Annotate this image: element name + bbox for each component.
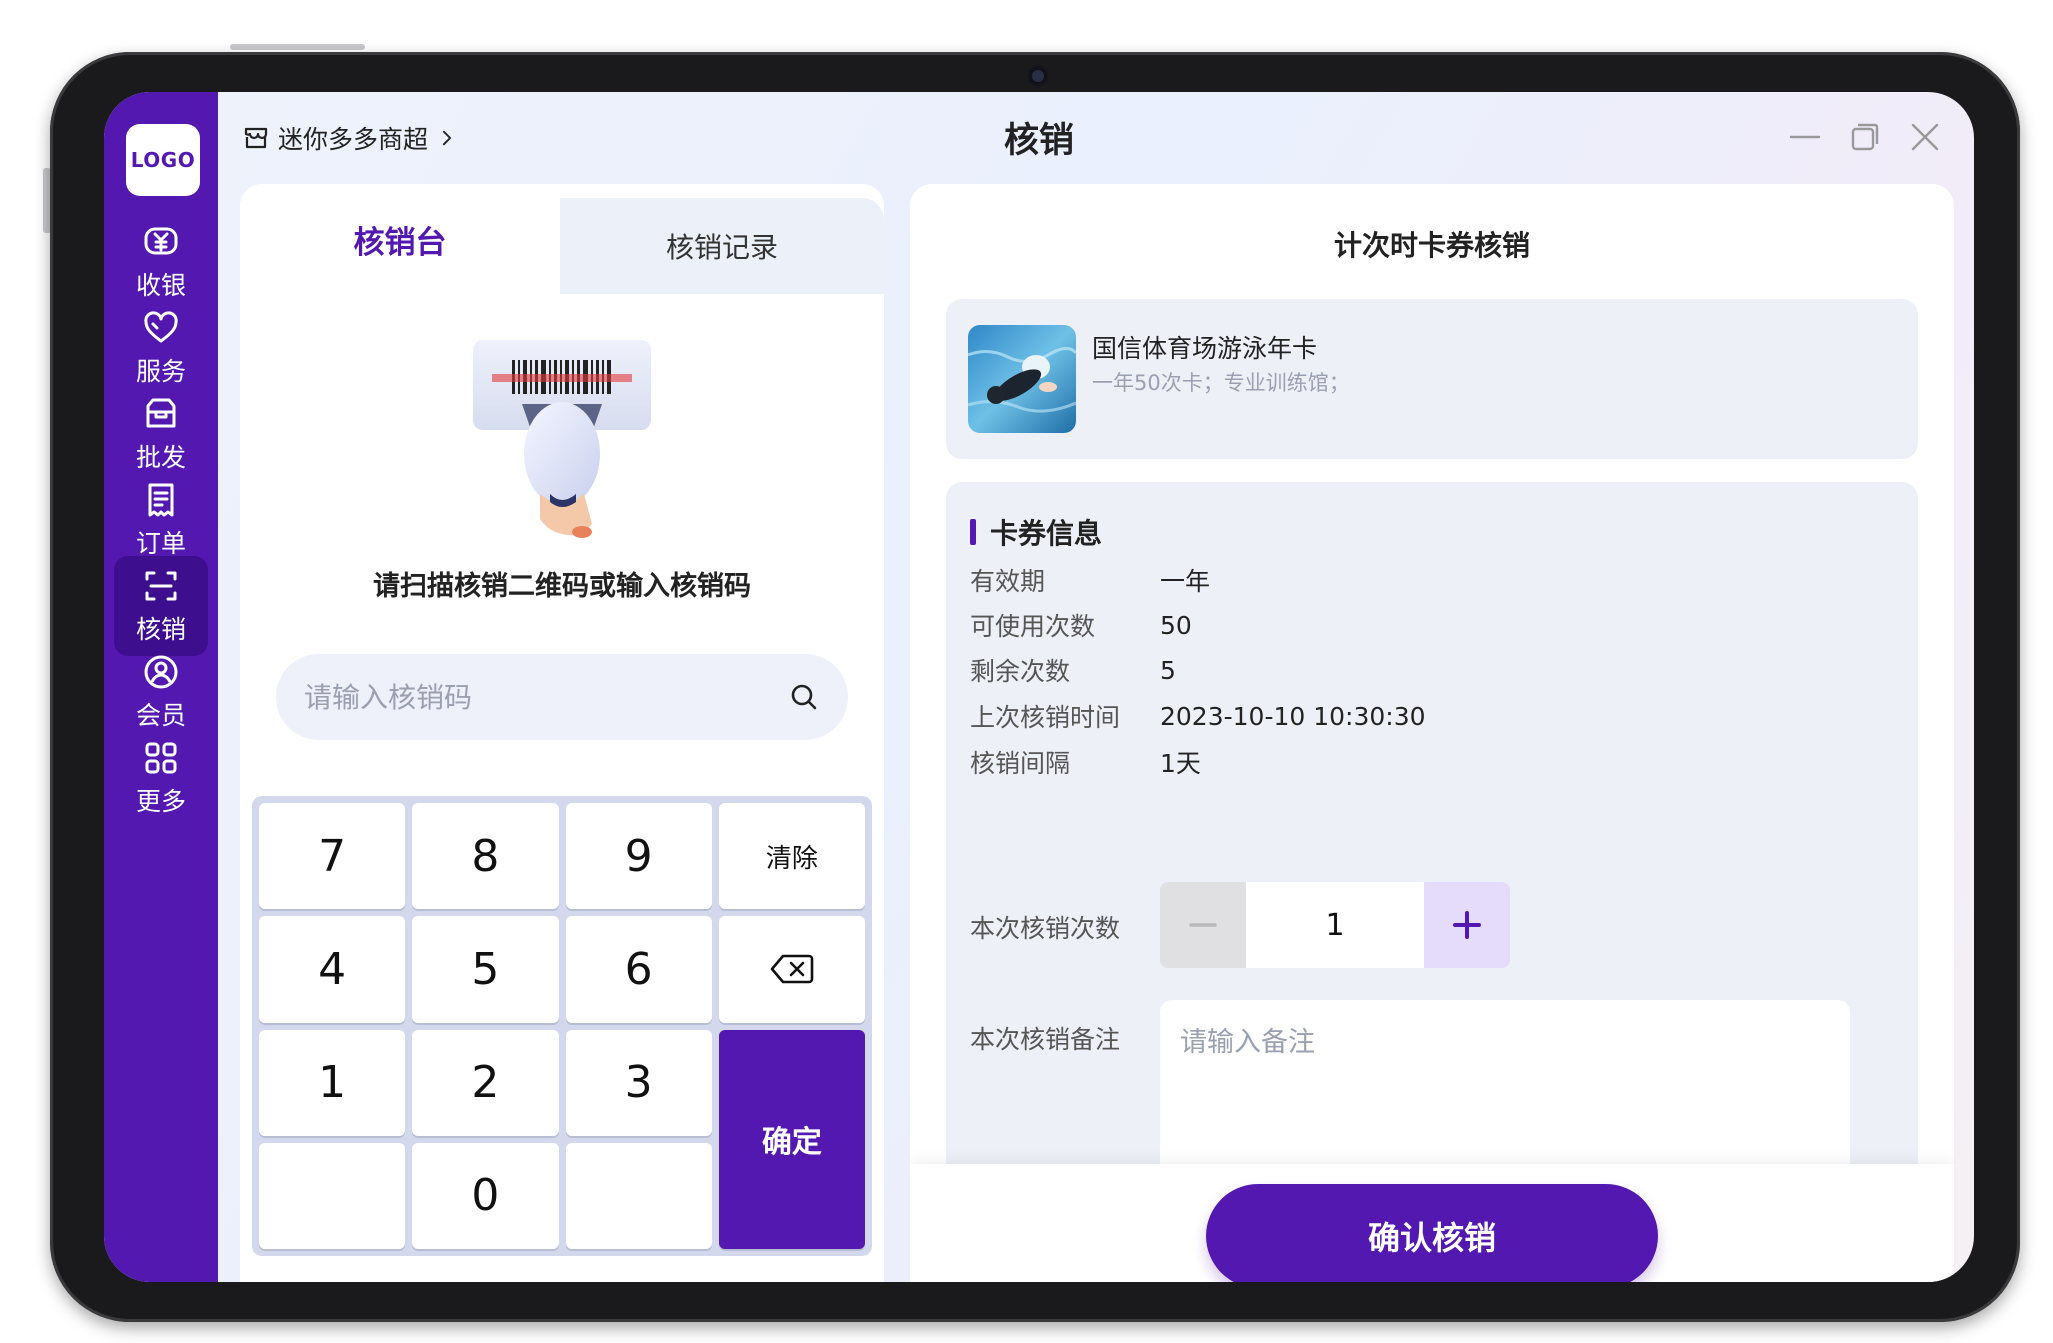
sidebar-item-label: 收银 bbox=[135, 271, 186, 300]
verify-code-input[interactable] bbox=[304, 680, 788, 714]
info-row-remaining: 剩余次数 5 bbox=[970, 652, 1176, 688]
heart-icon bbox=[144, 311, 178, 343]
section-accent-bar bbox=[970, 519, 976, 545]
card-verify-panel: 计次时卡券核销 国信体育场游泳年卡 一年50次卡；专业训练馆； 卡券信息 有效期… bbox=[910, 184, 1954, 1282]
device-top-button bbox=[230, 44, 365, 50]
numeric-keypad: 7 8 9 清除 4 5 6 1 2 3 确定 0 bbox=[252, 796, 872, 1256]
key-1[interactable]: 1 bbox=[259, 1029, 406, 1136]
decrement-button[interactable] bbox=[1160, 882, 1246, 968]
info-label: 可使用次数 bbox=[970, 612, 1096, 641]
info-row-last-verify: 上次核销时间 2023-10-10 10:30:30 bbox=[970, 698, 1426, 734]
clear-button[interactable]: 清除 bbox=[718, 803, 865, 910]
info-label: 核销间隔 bbox=[970, 749, 1071, 778]
store-name: 迷你多多商超 bbox=[278, 125, 429, 154]
count-label: 本次核销次数 bbox=[970, 914, 1121, 943]
search-icon[interactable] bbox=[788, 681, 820, 713]
chevron-right-icon bbox=[442, 130, 452, 146]
app-screen: LOGO 收银 服务 批发 订单 核销 会员 更多 迷你多多商超 核销 核销记录… bbox=[104, 92, 1974, 1282]
sidebar-item-label: 订单 bbox=[135, 529, 186, 558]
verify-console-panel: 核销记录 核销台 请扫描核销二维码或输入核销码 请输入核销码 7 8 9 清除 … bbox=[240, 184, 884, 1282]
card-name: 国信体育场游泳年卡 bbox=[1092, 334, 1318, 363]
sidebar-item-label: 会员 bbox=[135, 701, 186, 730]
sidebar-item-label: 批发 bbox=[135, 443, 186, 472]
key-8[interactable]: 8 bbox=[412, 803, 559, 910]
close-icon bbox=[1911, 123, 1939, 151]
info-label: 有效期 bbox=[970, 567, 1046, 596]
panel-title: 计次时卡券核销 bbox=[1333, 229, 1530, 262]
order-icon bbox=[148, 483, 174, 517]
tab-verify-console[interactable]: 核销台 bbox=[240, 184, 560, 294]
sidebar-item-members[interactable]: 会员 bbox=[114, 642, 208, 742]
info-row-interval: 核销间隔 1天 bbox=[970, 744, 1201, 780]
info-row-validity: 有效期 一年 bbox=[970, 562, 1210, 598]
scan-icon bbox=[145, 571, 177, 601]
restore-icon bbox=[1851, 123, 1879, 151]
sidebar-item-wholesale[interactable]: 批发 bbox=[114, 384, 208, 484]
box-icon bbox=[146, 398, 176, 428]
card-summary: 国信体育场游泳年卡 一年50次卡；专业训练馆； bbox=[946, 299, 1918, 459]
plus-icon bbox=[1453, 911, 1481, 939]
count-row: 本次核销次数 bbox=[970, 909, 1160, 945]
key-blank-left bbox=[259, 1142, 406, 1249]
confirm-verify-button[interactable]: 确认核销 bbox=[1206, 1184, 1658, 1282]
scan-prompt: 请扫描核销二维码或输入核销码 bbox=[373, 571, 751, 602]
info-label: 剩余次数 bbox=[970, 657, 1071, 686]
footer-bar: 确认核销 bbox=[910, 1164, 1954, 1282]
sidebar: LOGO 收银 服务 批发 订单 核销 会员 更多 bbox=[104, 92, 218, 1282]
key-9[interactable]: 9 bbox=[565, 803, 712, 910]
sidebar-item-label: 更多 bbox=[135, 787, 186, 816]
quantity-stepper: 1 bbox=[1160, 882, 1510, 968]
backspace-icon bbox=[770, 955, 814, 984]
key-4[interactable]: 4 bbox=[259, 916, 406, 1023]
close-button[interactable] bbox=[1908, 120, 1942, 154]
backspace-button[interactable] bbox=[718, 916, 865, 1023]
sidebar-item-service[interactable]: 服务 bbox=[114, 298, 208, 398]
key-7[interactable]: 7 bbox=[259, 803, 406, 910]
keypad-confirm-button[interactable]: 确定 bbox=[718, 1029, 865, 1249]
camera-icon bbox=[1028, 66, 1048, 86]
key-5[interactable]: 5 bbox=[412, 916, 559, 1023]
minus-icon bbox=[1189, 923, 1217, 927]
user-icon bbox=[144, 655, 178, 689]
logo: LOGO bbox=[126, 124, 200, 196]
section-title-text: 卡券信息 bbox=[990, 517, 1103, 550]
store-selector[interactable]: 迷你多多商超 bbox=[242, 120, 458, 156]
tab-verify-records[interactable]: 核销记录 bbox=[560, 198, 884, 294]
info-value: 一年 bbox=[1160, 567, 1211, 596]
sidebar-item-label: 核销 bbox=[135, 615, 186, 644]
key-0[interactable]: 0 bbox=[412, 1142, 559, 1249]
quantity-value[interactable]: 1 bbox=[1246, 882, 1424, 968]
grid-icon bbox=[145, 742, 177, 774]
minimize-icon bbox=[1789, 135, 1821, 139]
sidebar-item-orders[interactable]: 订单 bbox=[114, 470, 208, 570]
card-description: 一年50次卡；专业训练馆； bbox=[1092, 371, 1350, 395]
info-value: 2023-10-10 10:30:30 bbox=[1160, 701, 1426, 731]
sidebar-item-cashier[interactable]: 收银 bbox=[114, 212, 208, 312]
info-label: 上次核销时间 bbox=[970, 703, 1121, 732]
verify-code-search bbox=[276, 654, 848, 740]
info-value: 1天 bbox=[1160, 749, 1201, 778]
store-icon bbox=[244, 127, 268, 149]
card-thumbnail bbox=[968, 325, 1076, 433]
section-title: 卡券信息 bbox=[970, 512, 1102, 552]
key-6[interactable]: 6 bbox=[565, 916, 712, 1023]
sidebar-item-label: 服务 bbox=[135, 357, 186, 386]
sidebar-item-more[interactable]: 更多 bbox=[114, 728, 208, 828]
increment-button[interactable] bbox=[1424, 882, 1510, 968]
key-blank-right bbox=[565, 1142, 712, 1249]
info-value: 5 bbox=[1160, 655, 1176, 685]
key-2[interactable]: 2 bbox=[412, 1029, 559, 1136]
sidebar-item-verify[interactable]: 核销 bbox=[114, 556, 208, 656]
key-3[interactable]: 3 bbox=[565, 1029, 712, 1136]
yuan-icon bbox=[144, 227, 178, 255]
card-info-section: 卡券信息 有效期 一年 可使用次数 50 剩余次数 5 上次核销时间 2023-… bbox=[946, 482, 1918, 1282]
note-label: 本次核销备注 bbox=[970, 1025, 1121, 1054]
minimize-button[interactable] bbox=[1788, 120, 1822, 154]
maximize-button[interactable] bbox=[1848, 120, 1882, 154]
info-value: 50 bbox=[1160, 610, 1192, 640]
barcode-scanner-illustration bbox=[473, 340, 651, 538]
info-row-usable-count: 可使用次数 50 bbox=[970, 607, 1192, 643]
